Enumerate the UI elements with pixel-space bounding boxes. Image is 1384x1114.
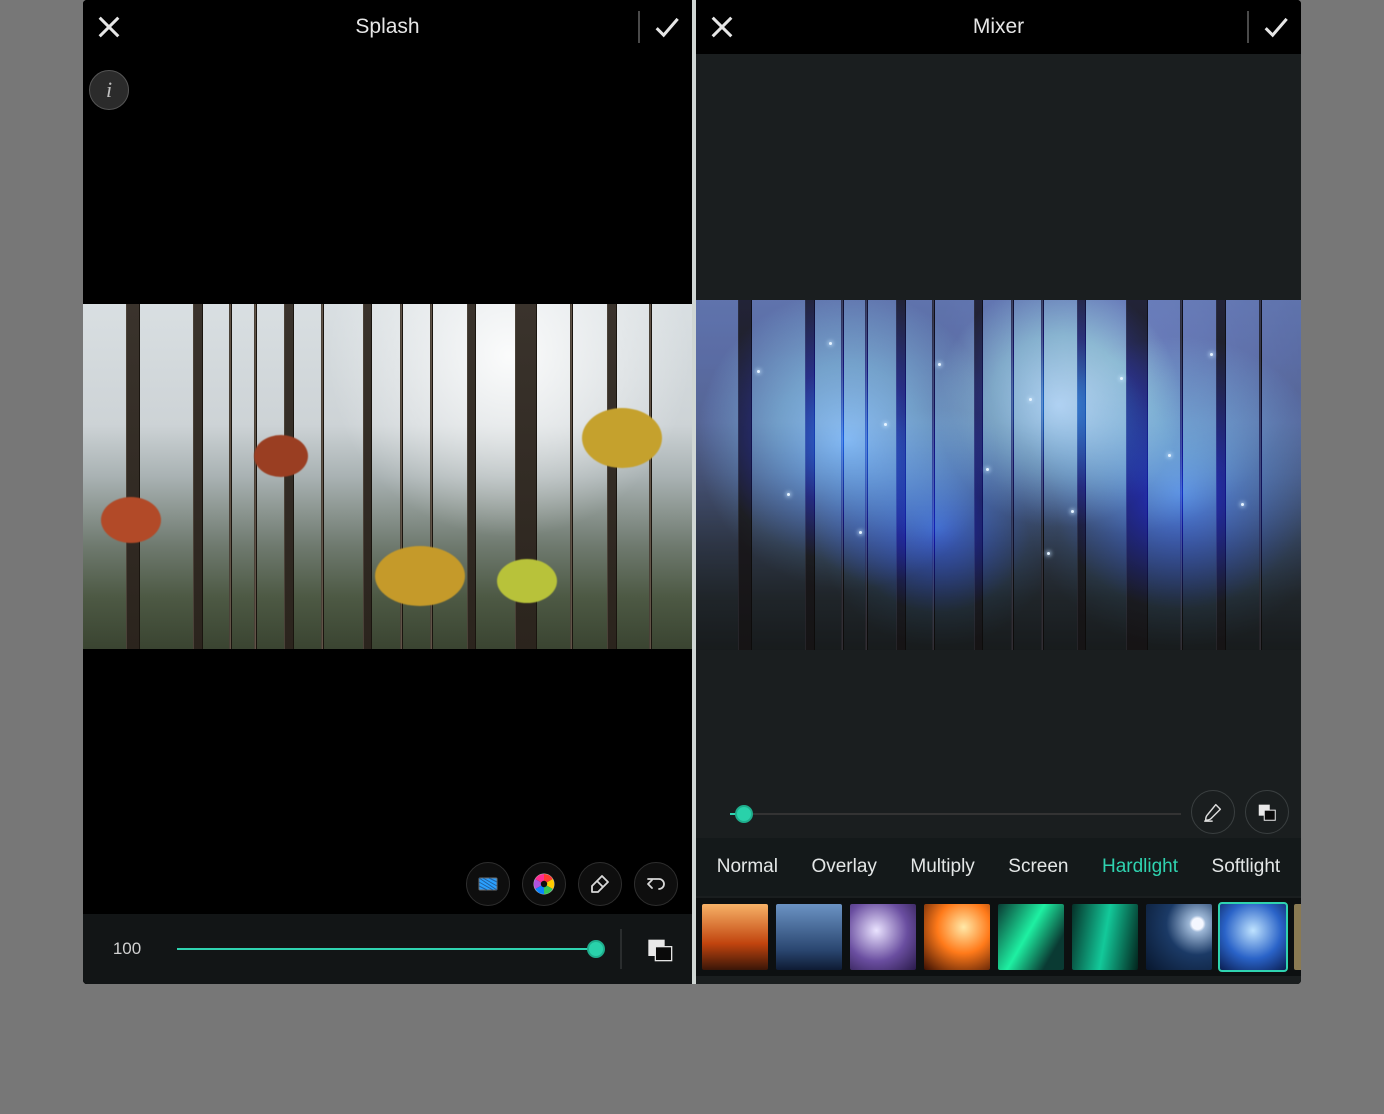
mixer-canvas[interactable]: Normal Overlay Multiply Screen Hardlight Soft… bbox=[696, 54, 1301, 984]
mixer-image bbox=[696, 300, 1301, 650]
blend-tab-multiply[interactable]: Multiply bbox=[906, 850, 978, 884]
undo-icon bbox=[644, 872, 668, 896]
confirm-button[interactable] bbox=[1255, 7, 1295, 47]
splash-toolbar bbox=[83, 854, 692, 914]
overlay-thumb-fire-sky[interactable] bbox=[924, 904, 990, 970]
splash-image bbox=[83, 304, 692, 649]
overlay-thumbnails[interactable] bbox=[696, 898, 1301, 976]
brush-button[interactable] bbox=[1191, 790, 1235, 834]
mixer-header: Mixer bbox=[696, 0, 1301, 54]
overlay-thumb-storm-sky[interactable] bbox=[776, 904, 842, 970]
shape-tool-button[interactable] bbox=[466, 862, 510, 906]
blend-tab-hardlight[interactable]: Hardlight bbox=[1098, 850, 1182, 884]
overlay-thumb-lightning-purple[interactable] bbox=[850, 904, 916, 970]
splash-header: Splash bbox=[83, 0, 692, 54]
blend-mode-tabs: Normal Overlay Multiply Screen Hardlight Soft… bbox=[696, 838, 1301, 896]
confirm-button[interactable] bbox=[646, 7, 686, 47]
splash-slider-bar: 100 bbox=[83, 914, 692, 984]
color-wheel-icon bbox=[532, 872, 556, 896]
mixer-pane: Mixer bbox=[692, 0, 1301, 984]
blend-tab-overlay[interactable]: Overlay bbox=[807, 850, 880, 884]
splash-pane: Splash i bbox=[83, 0, 692, 984]
info-button[interactable]: i bbox=[89, 70, 129, 110]
check-icon bbox=[652, 13, 680, 41]
color-picker-button[interactable] bbox=[522, 862, 566, 906]
check-icon bbox=[1261, 13, 1289, 41]
mixer-title: Mixer bbox=[696, 15, 1301, 39]
divider bbox=[620, 929, 622, 969]
overlay-thumb-aurora-teal[interactable] bbox=[1072, 904, 1138, 970]
opacity-slider[interactable] bbox=[177, 939, 596, 959]
overlay-thumb-aurora-green[interactable] bbox=[998, 904, 1064, 970]
mask-swap-icon bbox=[646, 935, 674, 963]
info-icon: i bbox=[106, 77, 112, 103]
brush-icon bbox=[1202, 801, 1224, 823]
blend-tab-softlight[interactable]: Softlight bbox=[1208, 850, 1285, 884]
overlay-thumb-sunset-clouds[interactable] bbox=[702, 904, 768, 970]
close-button[interactable] bbox=[702, 7, 742, 47]
mix-slider[interactable] bbox=[730, 804, 1181, 824]
overlay-thumb-bokeh-gold[interactable] bbox=[1294, 904, 1301, 970]
splash-title: Splash bbox=[83, 15, 692, 39]
divider bbox=[1247, 11, 1249, 43]
eraser-button[interactable] bbox=[578, 862, 622, 906]
overlay-thumb-blue-sparkle[interactable] bbox=[1220, 904, 1286, 970]
close-icon bbox=[95, 13, 123, 41]
divider bbox=[638, 11, 640, 43]
slider-value-label: 100 bbox=[101, 939, 153, 959]
undo-button[interactable] bbox=[634, 862, 678, 906]
shape-icon bbox=[476, 872, 500, 896]
mixer-lower bbox=[696, 650, 1301, 824]
eraser-icon bbox=[588, 872, 612, 896]
close-button[interactable] bbox=[89, 7, 129, 47]
mask-swap-button[interactable] bbox=[1245, 790, 1289, 834]
mask-swap-button[interactable] bbox=[646, 935, 674, 963]
close-icon bbox=[708, 13, 736, 41]
splash-canvas[interactable]: i bbox=[83, 54, 692, 984]
overlay-thumb-moon-night[interactable] bbox=[1146, 904, 1212, 970]
mask-swap-icon bbox=[1256, 801, 1278, 823]
blend-tab-screen[interactable]: Screen bbox=[1004, 850, 1072, 884]
blend-tab-normal[interactable]: Normal bbox=[713, 850, 782, 884]
